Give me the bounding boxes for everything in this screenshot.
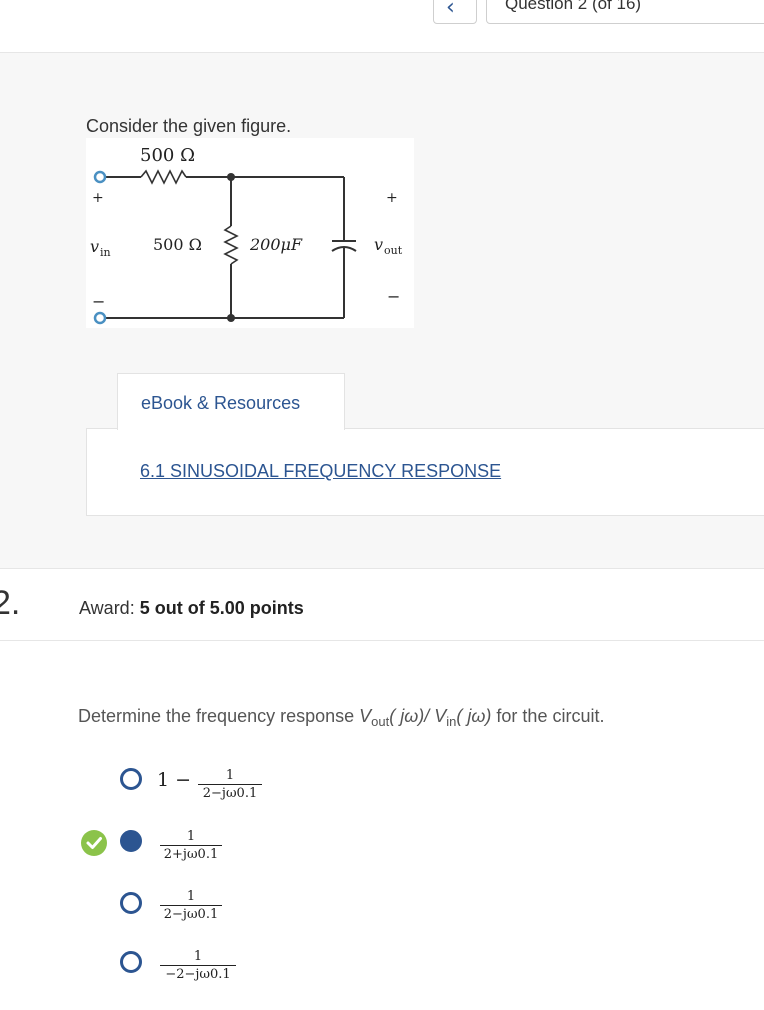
option-1-denominator: 2−jω0.1 bbox=[202, 786, 258, 801]
option-1-radio[interactable] bbox=[120, 768, 142, 790]
prompt-vout-sub: out bbox=[371, 714, 390, 729]
prompt-text-start: Determine the frequency response bbox=[78, 706, 360, 726]
r1-label: 500 Ω bbox=[140, 145, 195, 166]
resource-link[interactable]: 6.1 SINUSOIDAL FREQUENCY RESPONSE bbox=[140, 461, 501, 482]
option-3-denominator: 2−jω0.1 bbox=[163, 907, 219, 922]
option-3-radio[interactable] bbox=[120, 892, 142, 914]
vin-minus: − bbox=[92, 292, 105, 311]
prompt-arg1: ( jω)/ bbox=[389, 706, 435, 726]
prompt-text-end: for the circuit. bbox=[491, 706, 605, 726]
option-4-radio[interactable] bbox=[120, 951, 142, 973]
r2-label: 500 Ω bbox=[153, 235, 202, 254]
option-1-numerator: 1 bbox=[225, 768, 235, 783]
previous-question-button[interactable]: ‹ bbox=[433, 0, 477, 24]
prompt-vout: V bbox=[359, 706, 372, 726]
vin-subscript: in bbox=[100, 246, 111, 259]
option-4-numerator: 1 bbox=[193, 949, 203, 964]
vout-label: v bbox=[374, 235, 383, 254]
award-value: 5 out of 5.00 points bbox=[139, 598, 304, 618]
tab-ebook-resources-label: eBook & Resources bbox=[141, 393, 301, 413]
circuit-figure: 500 Ω 500 Ω 200μF + − v in + − v out bbox=[86, 138, 414, 328]
question-selector-label: Question 2 (of 16) bbox=[505, 0, 642, 13]
correct-check-icon bbox=[81, 830, 107, 856]
chevron-left-icon: ‹ bbox=[446, 0, 455, 20]
vout-plus: + bbox=[386, 190, 398, 206]
option-2-radio[interactable] bbox=[120, 830, 142, 852]
vout-minus: − bbox=[387, 287, 400, 306]
option-2-numerator: 1 bbox=[186, 829, 196, 844]
top-nav: ‹ Question 2 (of 16) bbox=[0, 0, 764, 53]
option-3-numerator: 1 bbox=[186, 889, 196, 904]
prompt-vin-sub: in bbox=[446, 714, 457, 729]
award-label: Award: bbox=[79, 598, 135, 618]
option-4-denominator: −2−jω0.1 bbox=[165, 967, 231, 982]
option-3-fraction: 1 2−jω0.1 bbox=[160, 889, 222, 922]
prompt-arg2: ( jω) bbox=[456, 706, 492, 726]
resources-panel: 6.1 SINUSOIDAL FREQUENCY RESPONSE bbox=[86, 428, 764, 516]
question-selector[interactable]: Question 2 (of 16) bbox=[486, 0, 764, 24]
award-text: Award: 5 out of 5.00 points bbox=[79, 598, 304, 619]
question-number: 2. bbox=[0, 584, 21, 622]
capacitor-label: 200μF bbox=[249, 235, 303, 254]
option-4-fraction: 1 −2−jω0.1 bbox=[160, 949, 236, 982]
option-2-fraction: 1 2+jω0.1 bbox=[160, 829, 222, 862]
option-1-prefix: 1 − bbox=[157, 769, 192, 791]
vin-plus: + bbox=[92, 190, 104, 206]
circuit-diagram: 500 Ω 500 Ω 200μF + − v in + − v out bbox=[90, 145, 403, 325]
option-2-denominator: 2+jω0.1 bbox=[163, 847, 219, 862]
question-prompt: Determine the frequency response Vout( j… bbox=[78, 706, 604, 729]
tab-ebook-resources[interactable]: eBook & Resources bbox=[117, 373, 345, 430]
option-1-fraction: 1 2−jω0.1 bbox=[198, 768, 262, 801]
question-intro: Consider the given figure. bbox=[86, 116, 292, 136]
vout-subscript: out bbox=[384, 244, 403, 257]
prompt-vin: V bbox=[434, 706, 447, 726]
vin-label: v bbox=[90, 237, 99, 256]
